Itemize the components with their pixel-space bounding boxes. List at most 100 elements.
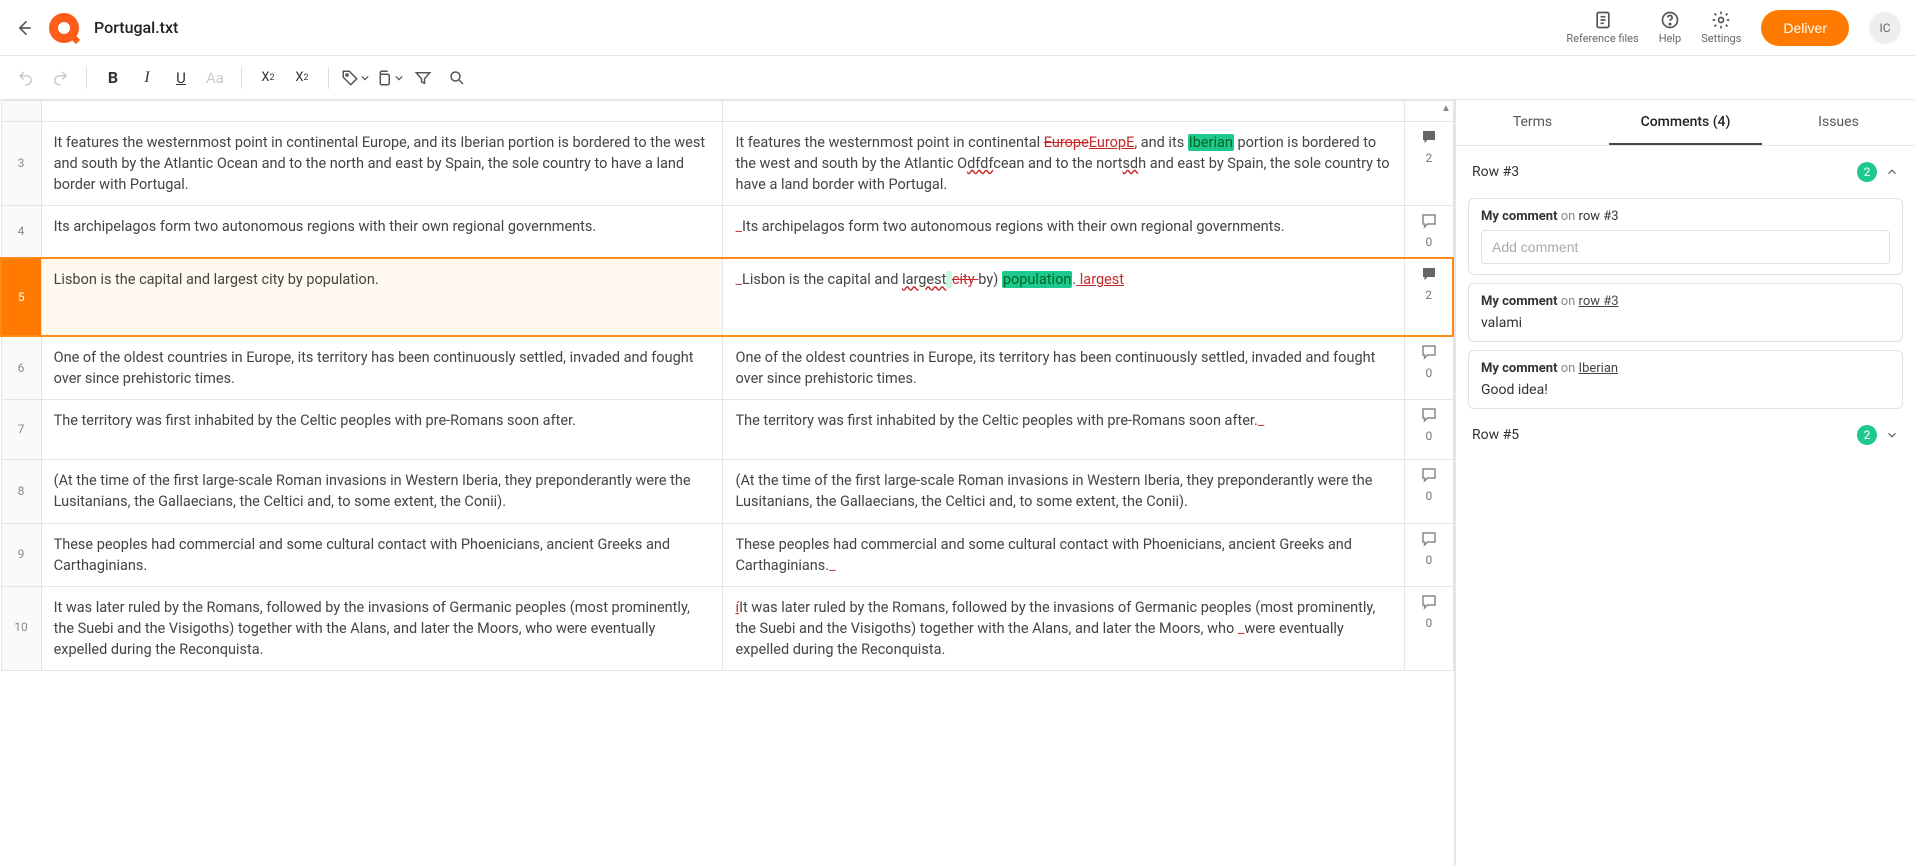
italic-button[interactable]: I [133, 64, 161, 92]
segment-row[interactable]: 4 Its archipelagos form two autonomous r… [1, 206, 1453, 259]
source-cell: (At the time of the first large-scale Ro… [41, 460, 723, 523]
comment-filled-icon [1420, 128, 1438, 146]
chevron-down-icon [1885, 428, 1899, 442]
segment-row-active[interactable]: 5 Lisbon is the capital and largest city… [1, 258, 1453, 336]
row-number: 8 [1, 460, 41, 523]
tag-button[interactable] [341, 64, 369, 92]
comment-card[interactable]: My comment on Iberian Good idea! [1468, 350, 1903, 409]
row-number: 6 [1, 336, 41, 400]
row-number: 9 [1, 523, 41, 586]
comment-indicator[interactable]: 0 [1405, 586, 1453, 670]
right-sidebar: Terms Comments (4) Issues Row #3 2 My co… [1455, 100, 1915, 865]
source-cell: One of the oldest countries in Europe, i… [41, 336, 723, 400]
target-cell[interactable]: These peoples had commercial and some cu… [723, 523, 1405, 586]
row-number: 10 [1, 586, 41, 670]
target-cell[interactable]: íIt was later ruled by the Romans, follo… [723, 586, 1405, 670]
segment-row[interactable]: 7 The territory was first inhabited by t… [1, 400, 1453, 460]
new-comment-card: My comment on row #3 [1468, 198, 1903, 275]
comment-ref-link[interactable]: Iberian [1579, 361, 1619, 376]
comment-outline-icon [1420, 466, 1438, 484]
comment-group-title: Row #5 [1472, 427, 1519, 443]
chevron-up-icon [1885, 165, 1899, 179]
copy-button[interactable] [375, 64, 403, 92]
comment-input[interactable] [1481, 230, 1890, 264]
source-cell: These peoples had commercial and some cu… [41, 523, 723, 586]
comment-indicator[interactable]: 0 [1405, 336, 1453, 400]
segment-row[interactable]: 10 It was later ruled by the Romans, fol… [1, 586, 1453, 670]
reference-files-button[interactable]: Reference files [1566, 10, 1638, 45]
comment-group-header[interactable]: Row #5 2 [1468, 417, 1903, 453]
highlighted-term[interactable]: Iberian [1188, 134, 1234, 151]
comment-count: 0 [1426, 428, 1433, 445]
target-cell[interactable]: (At the time of the first large-scale Ro… [723, 460, 1405, 523]
user-avatar[interactable]: IC [1869, 12, 1901, 44]
comment-count-badge: 2 [1857, 425, 1877, 445]
back-button[interactable] [14, 18, 34, 38]
segment-row[interactable]: 9 These peoples had commercial and some … [1, 523, 1453, 586]
segment-row[interactable]: 8 (At the time of the first large-scale … [1, 460, 1453, 523]
help-button[interactable]: Help [1659, 10, 1682, 45]
comment-count: 2 [1426, 150, 1433, 167]
format-toolbar: B I U Aa X2 X2 [0, 56, 1915, 100]
file-title: Portugal.txt [94, 18, 178, 37]
source-cell: Its archipelagos form two autonomous reg… [41, 206, 723, 259]
comment-indicator[interactable]: 0 [1405, 400, 1453, 460]
comment-outline-icon [1420, 343, 1438, 361]
target-cell[interactable]: _Lisbon is the capital and largest city … [723, 258, 1405, 336]
segment-row[interactable]: 6 One of the oldest countries in Europe,… [1, 336, 1453, 400]
comment-indicator[interactable]: 2 [1405, 122, 1453, 206]
comment-indicator[interactable]: 0 [1405, 460, 1453, 523]
comment-outline-icon [1420, 593, 1438, 611]
source-cell: The territory was first inhabited by the… [41, 400, 723, 460]
comment-body: Good idea! [1481, 382, 1890, 398]
tab-terms[interactable]: Terms [1456, 100, 1609, 145]
search-button[interactable] [443, 64, 471, 92]
target-cell[interactable]: _Its archipelagos form two autonomous re… [723, 206, 1405, 259]
comment-card[interactable]: My comment on row #3 valami [1468, 283, 1903, 342]
row-number: 7 [1, 400, 41, 460]
comment-indicator[interactable]: 0 [1405, 523, 1453, 586]
text-style-button[interactable]: Aa [201, 64, 229, 92]
comment-outline-icon [1420, 530, 1438, 548]
comment-body: valami [1481, 315, 1890, 331]
redo-button[interactable] [46, 64, 74, 92]
underline-button[interactable]: U [167, 64, 195, 92]
scroll-up-arrow[interactable]: ▲ [1438, 100, 1454, 116]
segment-row[interactable]: 3 It features the westernmost point in c… [1, 122, 1453, 206]
comment-ref-link[interactable]: row #3 [1579, 294, 1619, 309]
target-cell[interactable]: The territory was first inhabited by the… [723, 400, 1405, 460]
settings-button[interactable]: Settings [1701, 10, 1741, 45]
reference-files-label: Reference files [1566, 32, 1638, 45]
row-number: 4 [1, 206, 41, 259]
superscript-button[interactable]: X2 [254, 64, 282, 92]
comment-outline-icon [1420, 406, 1438, 424]
comment-filled-icon [1420, 265, 1438, 283]
bold-button[interactable]: B [99, 64, 127, 92]
comment-indicator[interactable]: 2 [1405, 258, 1453, 336]
target-cell[interactable]: One of the oldest countries in Europe, i… [723, 336, 1405, 400]
tab-comments[interactable]: Comments (4) [1609, 100, 1762, 145]
target-cell[interactable]: It features the westernmost point in con… [723, 122, 1405, 206]
tab-issues[interactable]: Issues [1762, 100, 1915, 145]
undo-button[interactable] [12, 64, 40, 92]
source-cell: It was later ruled by the Romans, follow… [41, 586, 723, 670]
comment-group-title: Row #3 [1472, 164, 1519, 180]
highlighted-term[interactable]: population [1002, 271, 1073, 288]
comment-outline-icon [1420, 212, 1438, 230]
deliver-button[interactable]: Deliver [1761, 10, 1849, 46]
filter-button[interactable] [409, 64, 437, 92]
settings-label: Settings [1701, 32, 1741, 45]
source-cell: Lisbon is the capital and largest city b… [41, 258, 723, 336]
help-label: Help [1659, 32, 1682, 45]
comment-count-badge: 2 [1857, 162, 1877, 182]
comment-indicator[interactable]: 0 [1405, 206, 1453, 259]
segment-editor: ▲ 3 It features the westernmost point in… [0, 100, 1455, 865]
comment-count: 2 [1425, 287, 1432, 304]
subscript-button[interactable]: X2 [288, 64, 316, 92]
app-logo [48, 12, 80, 44]
comment-count: 0 [1426, 488, 1433, 505]
source-cell: It features the westernmost point in con… [41, 122, 723, 206]
row-number: 5 [1, 258, 41, 336]
comment-count: 0 [1426, 234, 1433, 251]
comment-group-header[interactable]: Row #3 2 [1468, 154, 1903, 190]
